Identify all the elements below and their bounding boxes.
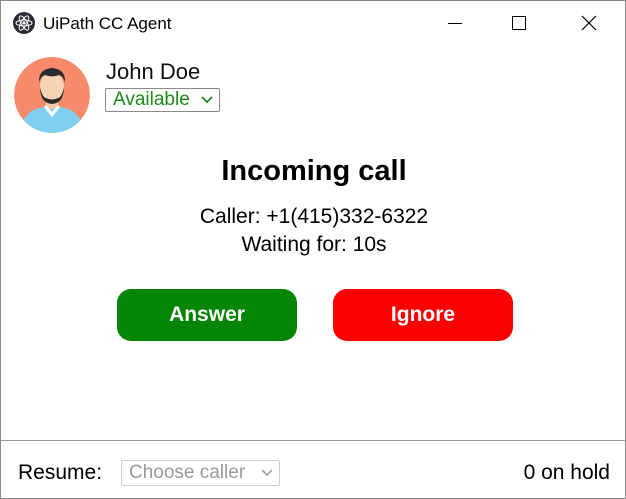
choose-caller-placeholder: Choose caller (129, 462, 246, 483)
maximize-icon (512, 16, 526, 30)
chevron-down-icon (261, 469, 273, 477)
ignore-button-label: Ignore (390, 303, 456, 326)
app-window: UiPath CC Agent John Doe Available Incom… (0, 0, 626, 499)
answer-button[interactable]: Answer (117, 289, 297, 341)
on-hold-count: 0 on hold (523, 461, 610, 484)
minimize-button[interactable] (421, 1, 489, 45)
waiting-time: Waiting for: 10s (241, 233, 387, 256)
agent-avatar-icon (14, 57, 90, 133)
footer-divider (1, 440, 626, 441)
app-logo-icon (13, 12, 35, 34)
close-button[interactable] (555, 1, 623, 45)
call-heading: Incoming call (221, 155, 407, 187)
status-value: Available (113, 89, 190, 110)
caller-number: Caller: +1(415)332-6322 (199, 205, 429, 228)
ignore-button[interactable]: Ignore (333, 289, 513, 341)
answer-button-label: Answer (169, 303, 245, 326)
agent-name: John Doe (106, 59, 201, 84)
maximize-button[interactable] (485, 1, 553, 45)
chevron-down-icon (201, 96, 213, 104)
close-icon (581, 15, 597, 31)
status-dropdown[interactable]: Available (105, 88, 220, 112)
minimize-icon (448, 23, 462, 24)
window-title: UiPath CC Agent (43, 14, 172, 33)
title-bar[interactable]: UiPath CC Agent (1, 1, 625, 45)
choose-caller-dropdown[interactable]: Choose caller (121, 460, 280, 486)
resume-label: Resume: (18, 461, 103, 484)
